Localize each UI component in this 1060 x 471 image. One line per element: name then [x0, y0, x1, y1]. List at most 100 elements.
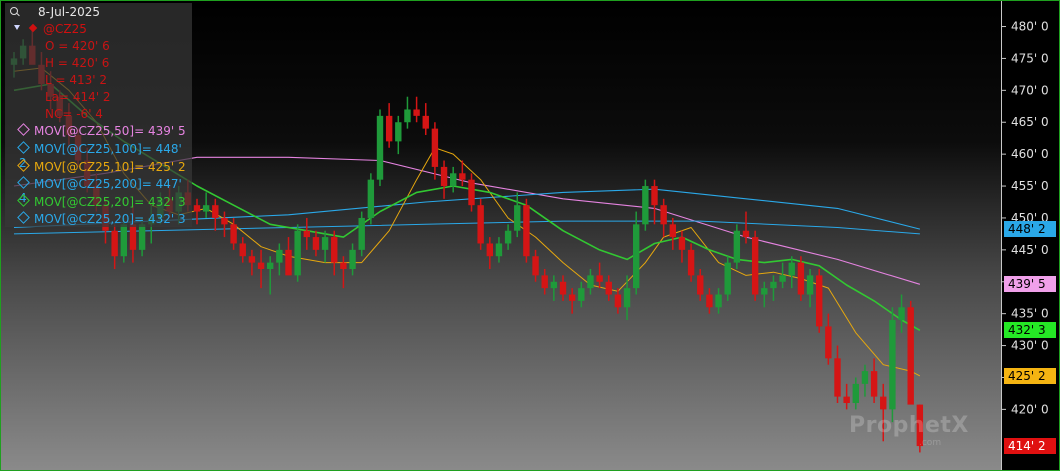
- diamond-icon: [17, 141, 30, 154]
- candle-body: [285, 249, 292, 276]
- candle-body: [376, 115, 384, 180]
- candle-body: [459, 173, 466, 180]
- candle-body: [257, 262, 265, 269]
- candle-body: [532, 256, 539, 276]
- candle-body: [120, 224, 127, 257]
- candle-body: [331, 237, 338, 263]
- ma-label: MOV[@CZ25,20]= 432' 3: [34, 212, 186, 226]
- candle-body: [733, 230, 741, 263]
- y-tick-label: 420' 0: [1011, 402, 1049, 416]
- y-tick-label: 460' 0: [1011, 147, 1049, 161]
- candle-body: [861, 371, 869, 384]
- candle-body: [276, 249, 283, 263]
- candle-body: [111, 230, 118, 257]
- diamond-icon: [17, 194, 30, 207]
- candle-body: [559, 281, 567, 295]
- y-tick-label: 455' 0: [1011, 179, 1049, 193]
- candle-body: [303, 230, 310, 238]
- candle-body: [422, 115, 429, 129]
- candle-body: [413, 109, 420, 116]
- candle-body: [715, 294, 722, 308]
- candle-body: [450, 173, 457, 187]
- candle-body: [642, 186, 649, 225]
- candle-body: [889, 320, 896, 410]
- legend-ma-20-b[interactable]: MOV[@CZ25,20]= 432' 3: [17, 211, 186, 226]
- candle-body: [633, 224, 640, 289]
- candle-body: [770, 281, 777, 289]
- diamond-icon: [17, 176, 30, 189]
- candle-body: [321, 237, 329, 250]
- candle-body: [788, 262, 795, 276]
- y-tick-label: 470' 0: [1011, 83, 1049, 97]
- candle-body: [202, 205, 210, 212]
- candle-body: [761, 288, 768, 295]
- candle-body: [797, 262, 805, 295]
- candle-body: [267, 262, 274, 269]
- candle-body: [660, 205, 667, 225]
- candle-body: [138, 224, 146, 250]
- candle-body: [385, 115, 393, 142]
- candle-body: [651, 186, 658, 206]
- candle-body: [340, 262, 347, 269]
- candle-body: [129, 224, 137, 250]
- candle-body: [514, 205, 521, 231]
- price-tag: 439' 5: [1004, 276, 1056, 293]
- legend-high: H = 420' 6: [45, 56, 110, 70]
- candle-body: [697, 275, 704, 295]
- candle-body: [230, 224, 237, 244]
- candle-body: [541, 275, 548, 289]
- candle-body: [404, 109, 411, 123]
- candle-body: [504, 230, 512, 244]
- candle-body: [212, 205, 219, 218]
- candle-body: [468, 179, 475, 206]
- candle-body: [623, 288, 631, 308]
- candle-body: [843, 396, 850, 403]
- candle-body: [724, 262, 731, 295]
- candle-body: [587, 275, 594, 289]
- ma-label: MOV[@CZ25,10]= 425' 2: [34, 160, 186, 174]
- legend-open: O = 420' 6: [45, 39, 110, 53]
- y-tick-label: 445' 0: [1011, 243, 1049, 257]
- candle-body: [486, 243, 493, 257]
- candle-body: [816, 275, 823, 327]
- candle-body: [239, 243, 246, 257]
- price-tag: 448' 2: [1004, 221, 1056, 238]
- candle-body: [477, 205, 484, 244]
- watermark-sub: .com: [919, 438, 942, 448]
- y-tick-label: 475' 0: [1011, 51, 1049, 65]
- ma-label: MOV[@CZ25,50]= 439' 5: [34, 124, 186, 138]
- ma-label: MOV[@CZ25,20]= 432' 3: [34, 195, 186, 209]
- price-tag: 432' 3: [1004, 322, 1056, 339]
- candle-body: [605, 281, 612, 295]
- candle-body: [834, 358, 841, 397]
- candle-body: [523, 205, 530, 257]
- candle-body: [248, 256, 256, 263]
- candle-body: [358, 217, 365, 250]
- legend-low: L = 413' 2: [45, 73, 108, 87]
- candle-body: [880, 396, 887, 410]
- candle-body: [568, 294, 576, 301]
- candle-body: [706, 294, 713, 308]
- search-icon[interactable]: [10, 7, 18, 15]
- legend-ma-10[interactable]: MOV[@CZ25,10]= 425' 2: [17, 159, 186, 174]
- candle-body: [495, 243, 503, 257]
- chart-window: 480' 0 475' 0 470' 0 465' 0 460' 0 455' 0 450'…: [0, 0, 1060, 471]
- legend-last: La= 414' 2: [45, 90, 111, 104]
- candle-body: [312, 237, 320, 250]
- candle-body: [898, 307, 905, 321]
- diamond-icon: [17, 159, 30, 172]
- collapse-triangle-icon[interactable]: [14, 25, 20, 30]
- candle-body: [751, 237, 759, 295]
- candle-body: [870, 371, 878, 397]
- legend-date: 8-Jul-2025: [38, 5, 100, 19]
- candle-body: [678, 237, 686, 250]
- candle-body: [779, 275, 786, 282]
- legend-ma-20-a[interactable]: MOV[@CZ25,20]= 432' 3: [17, 194, 186, 209]
- candle-body: [669, 224, 676, 238]
- candle-body: [687, 249, 695, 276]
- legend-panel: 8-Jul-2025 @CZ25 O = 420' 6 H = 420' 6 L…: [5, 3, 192, 227]
- diamond-icon: [17, 123, 30, 136]
- legend-ma-50[interactable]: MOV[@CZ25,50]= 439' 5: [17, 123, 186, 138]
- candle-body: [550, 281, 558, 289]
- price-tag: 414' 2: [1004, 438, 1056, 455]
